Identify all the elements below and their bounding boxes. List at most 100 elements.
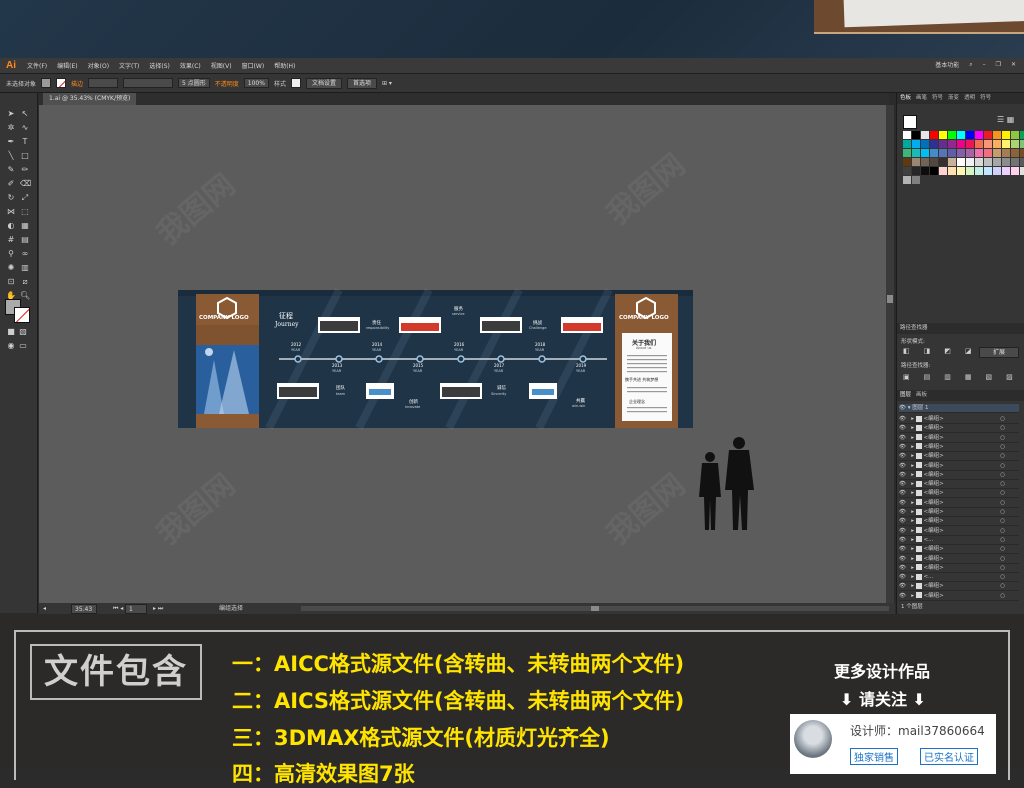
- target-icon[interactable]: ○: [1000, 508, 1005, 517]
- trim-icon[interactable]: ▤: [924, 373, 931, 381]
- slice-tool-icon[interactable]: ⧄: [20, 277, 30, 287]
- color-swatch[interactable]: [939, 131, 947, 139]
- eraser-tool-icon[interactable]: ⌫: [20, 179, 31, 189]
- layer-row[interactable]: 👁︎ ▸ <编组> ○: [899, 434, 1019, 443]
- designer-card[interactable]: 设计师：mail37860664 独家销售 已实名认证: [790, 714, 996, 774]
- menu-view[interactable]: 视图(V): [206, 61, 237, 70]
- eye-icon[interactable]: 👁︎: [899, 416, 906, 422]
- layer-row[interactable]: 👁︎ ▸ <编组> ○: [899, 564, 1019, 573]
- tab-brushes[interactable]: 画笔: [916, 93, 927, 104]
- target-icon[interactable]: ○: [1000, 434, 1005, 443]
- menu-select[interactable]: 选择(S): [144, 61, 175, 70]
- document-setup-button[interactable]: 文档设置: [305, 77, 342, 89]
- color-swatch[interactable]: [903, 158, 911, 166]
- color-swatch[interactable]: [957, 158, 965, 166]
- target-icon[interactable]: ○: [1000, 555, 1005, 564]
- target-icon[interactable]: ○: [1000, 545, 1005, 554]
- exclude-icon[interactable]: ◪: [965, 347, 972, 355]
- color-swatch[interactable]: [993, 140, 1001, 148]
- color-swatch[interactable]: [1020, 131, 1024, 139]
- zoom-field[interactable]: 35.43: [71, 604, 97, 614]
- eye-icon[interactable]: 👁︎: [899, 453, 906, 459]
- paintbrush-tool-icon[interactable]: ✎: [6, 165, 16, 175]
- target-icon[interactable]: ○: [1000, 573, 1005, 582]
- eye-icon[interactable]: 👁︎: [899, 546, 906, 552]
- unite-icon[interactable]: ◧: [903, 347, 910, 355]
- brush-dropdown[interactable]: 5 点圆形: [178, 78, 210, 88]
- free-transform-tool-icon[interactable]: ⬚: [20, 207, 30, 217]
- layer-row[interactable]: 👁︎ ▸ <编组> ○: [899, 415, 1019, 424]
- eye-icon[interactable]: 👁︎: [899, 509, 906, 515]
- menu-file[interactable]: 文件(F): [22, 61, 52, 70]
- color-swatch[interactable]: [957, 149, 965, 157]
- eye-icon[interactable]: 👁︎: [899, 435, 906, 441]
- color-swatch[interactable]: [930, 140, 938, 148]
- eye-icon[interactable]: 👁︎: [899, 405, 906, 411]
- color-swatch[interactable]: [948, 131, 956, 139]
- document-tab[interactable]: 1.ai @ 35.43% (CMYK/预览): [43, 93, 137, 105]
- tab-layers[interactable]: 图层: [900, 390, 911, 401]
- blend-tool-icon[interactable]: ∞: [20, 249, 30, 259]
- color-swatch[interactable]: [903, 140, 911, 148]
- opacity-label[interactable]: 不透明度: [215, 79, 239, 88]
- line-tool-icon[interactable]: ╲: [6, 151, 16, 161]
- swatch-fill-preview[interactable]: [903, 115, 917, 129]
- color-swatch[interactable]: [921, 140, 929, 148]
- layer-row[interactable]: 👁︎ ▸ <编组> ○: [899, 545, 1019, 555]
- color-swatch[interactable]: [1011, 131, 1019, 139]
- style-swatch[interactable]: [290, 78, 301, 88]
- eye-icon[interactable]: 👁︎: [899, 472, 906, 478]
- color-swatch[interactable]: [948, 158, 956, 166]
- color-swatch[interactable]: [948, 149, 956, 157]
- minus-back-icon[interactable]: ▨: [1006, 373, 1013, 381]
- color-swatch[interactable]: [912, 149, 920, 157]
- layer-row[interactable]: 👁︎ ▸ <编组> ○: [899, 592, 1019, 601]
- color-swatch[interactable]: [912, 158, 920, 166]
- color-swatch[interactable]: [930, 158, 938, 166]
- restore-icon[interactable]: ❐: [996, 61, 1001, 68]
- minimize-icon[interactable]: –: [983, 61, 986, 68]
- zoom-tool-icon[interactable]: 🔍︎: [20, 291, 30, 301]
- fill-swatch[interactable]: [41, 78, 52, 88]
- color-swatch[interactable]: [1002, 140, 1010, 148]
- gradient-mode-icon[interactable]: ▧: [18, 327, 28, 337]
- color-swatch[interactable]: [1002, 131, 1010, 139]
- color-swatch[interactable]: [1011, 158, 1019, 166]
- menu-edit[interactable]: 编辑(E): [52, 61, 82, 70]
- color-swatch[interactable]: [957, 167, 965, 175]
- color-swatch[interactable]: [966, 140, 974, 148]
- type-tool-icon[interactable]: T: [20, 137, 30, 147]
- color-swatch[interactable]: [975, 158, 983, 166]
- tab-artboards[interactable]: 画板: [916, 390, 927, 401]
- artboard-nav-next-icon[interactable]: ▸ ⏭: [153, 603, 163, 614]
- color-swatch[interactable]: [1020, 149, 1024, 157]
- eye-icon[interactable]: 👁︎: [899, 593, 906, 599]
- color-swatch[interactable]: [948, 167, 956, 175]
- color-swatch[interactable]: [1011, 167, 1019, 175]
- target-icon[interactable]: ○: [1000, 527, 1005, 536]
- target-icon[interactable]: ○: [1000, 489, 1005, 498]
- color-swatch[interactable]: [1011, 140, 1019, 148]
- crop-icon[interactable]: ▦: [965, 373, 972, 381]
- color-swatch[interactable]: [957, 131, 965, 139]
- target-icon[interactable]: ○: [1000, 517, 1005, 526]
- color-swatch[interactable]: [966, 131, 974, 139]
- color-swatch[interactable]: [993, 167, 1001, 175]
- eye-icon[interactable]: 👁︎: [899, 574, 906, 580]
- color-swatch[interactable]: [984, 149, 992, 157]
- layer-row[interactable]: 👁︎ ▸ <... ○: [899, 573, 1019, 583]
- color-swatch[interactable]: [975, 149, 983, 157]
- rectangle-tool-icon[interactable]: □: [20, 151, 30, 161]
- selection-tool-icon[interactable]: ➤: [6, 109, 16, 119]
- merge-icon[interactable]: ▥: [944, 373, 951, 381]
- color-swatch[interactable]: [912, 176, 920, 184]
- search-icon[interactable]: ⌕: [969, 61, 972, 69]
- opacity-field[interactable]: 100%: [243, 78, 269, 88]
- scroll-thumb[interactable]: [887, 295, 893, 303]
- target-icon[interactable]: ○: [1000, 443, 1005, 452]
- tab-gradient[interactable]: 渐变: [948, 93, 959, 104]
- swatch-grid[interactable]: [903, 131, 1024, 184]
- color-swatch[interactable]: [939, 149, 947, 157]
- color-swatch[interactable]: [975, 131, 983, 139]
- color-swatch[interactable]: [903, 176, 911, 184]
